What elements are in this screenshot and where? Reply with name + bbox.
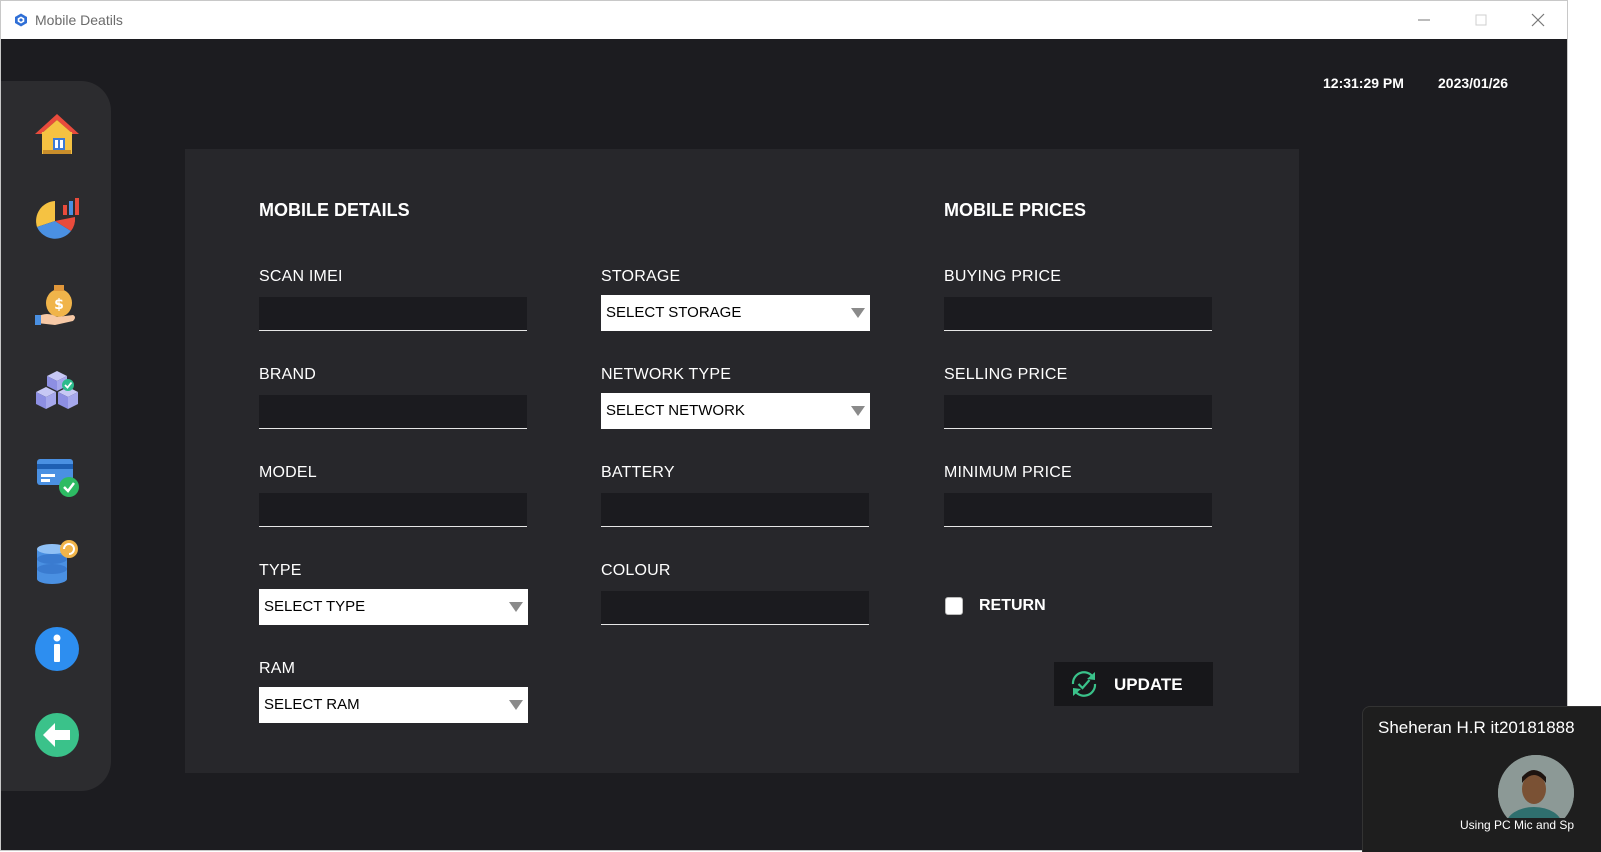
clock-date: 2023/01/26: [1438, 75, 1509, 91]
main-content: $ 12:31:29 PM 2023/01/26 MOBILE DETAILS …: [1, 39, 1567, 850]
ram-select-value: SELECT RAM: [264, 696, 360, 713]
money-bag-icon[interactable]: $: [33, 281, 81, 329]
battery-label: BATTERY: [601, 464, 675, 481]
close-icon[interactable]: [1527, 9, 1549, 31]
title-bar[interactable]: Mobile Deatils: [1, 1, 1567, 40]
chevron-down-icon: [851, 406, 865, 416]
pie-chart-icon[interactable]: [33, 195, 81, 243]
mic-status-text: Using PC Mic and Sp: [1458, 818, 1577, 832]
app-window: Mobile Deatils $ 12:31:29 PM 2023/01/26 …: [0, 0, 1568, 851]
colour-input[interactable]: [601, 591, 869, 625]
update-button[interactable]: UPDATE: [1054, 662, 1213, 706]
buying-price-label: BUYING PRICE: [944, 268, 1062, 285]
type-label: TYPE: [259, 562, 302, 579]
minimum-price-input[interactable]: [944, 493, 1212, 527]
return-checkbox[interactable]: [945, 597, 963, 615]
type-select-value: SELECT TYPE: [264, 598, 366, 615]
mobile-details-panel: MOBILE DETAILS MOBILE PRICES SCAN IMEI B…: [185, 149, 1299, 773]
svg-text:$: $: [54, 297, 64, 313]
chevron-down-icon: [851, 308, 865, 318]
scan-imei-label: SCAN IMEI: [259, 268, 343, 285]
refresh-check-icon: [1071, 671, 1097, 697]
model-input[interactable]: [259, 493, 527, 527]
storage-label: STORAGE: [601, 268, 681, 285]
storage-select[interactable]: SELECT STORAGE: [601, 295, 870, 331]
ram-select[interactable]: SELECT RAM: [259, 687, 528, 723]
chevron-down-icon: [509, 602, 523, 612]
maximize-icon[interactable]: [1470, 9, 1492, 31]
selling-price-input[interactable]: [944, 395, 1212, 429]
buying-price-input[interactable]: [944, 297, 1212, 331]
chevron-down-icon: [509, 700, 523, 710]
minimize-icon[interactable]: [1413, 9, 1435, 31]
minimum-price-label: MINIMUM PRICE: [944, 464, 1072, 481]
video-call-overlay[interactable]: Sheheran H.R it20181888 Using PC Mic and…: [1362, 706, 1601, 852]
model-label: MODEL: [259, 464, 317, 481]
battery-input[interactable]: [601, 493, 869, 527]
database-refresh-icon[interactable]: [33, 539, 81, 587]
scan-imei-input[interactable]: [259, 297, 527, 331]
mobile-details-heading: MOBILE DETAILS: [259, 200, 410, 220]
clock-time: 12:31:29 PM: [1323, 75, 1404, 91]
stock-boxes-icon[interactable]: [33, 367, 81, 415]
sidebar: $: [1, 81, 111, 791]
window-title: Mobile Deatils: [35, 12, 123, 28]
network-select[interactable]: SELECT NETWORK: [601, 393, 870, 429]
brand-label: BRAND: [259, 366, 317, 383]
app-logo-icon: [15, 13, 27, 27]
info-icon[interactable]: [33, 625, 81, 673]
house-icon[interactable]: [33, 110, 81, 158]
mobile-prices-heading: MOBILE PRICES: [944, 200, 1087, 220]
update-button-label: UPDATE: [1114, 675, 1183, 694]
colour-label: COLOUR: [601, 562, 671, 579]
ram-label: RAM: [259, 660, 296, 677]
participant-name: Sheheran H.R it20181888: [1378, 718, 1575, 737]
network-select-value: SELECT NETWORK: [606, 402, 745, 419]
brand-input[interactable]: [259, 395, 527, 429]
selling-price-label: SELLING PRICE: [944, 366, 1068, 383]
arrow-left-icon[interactable]: [33, 711, 81, 759]
network-type-label: NETWORK TYPE: [601, 366, 732, 383]
card-check-icon[interactable]: [33, 453, 81, 501]
type-select[interactable]: SELECT TYPE: [259, 589, 528, 625]
return-label: RETURN: [979, 597, 1046, 614]
storage-select-value: SELECT STORAGE: [606, 304, 742, 321]
